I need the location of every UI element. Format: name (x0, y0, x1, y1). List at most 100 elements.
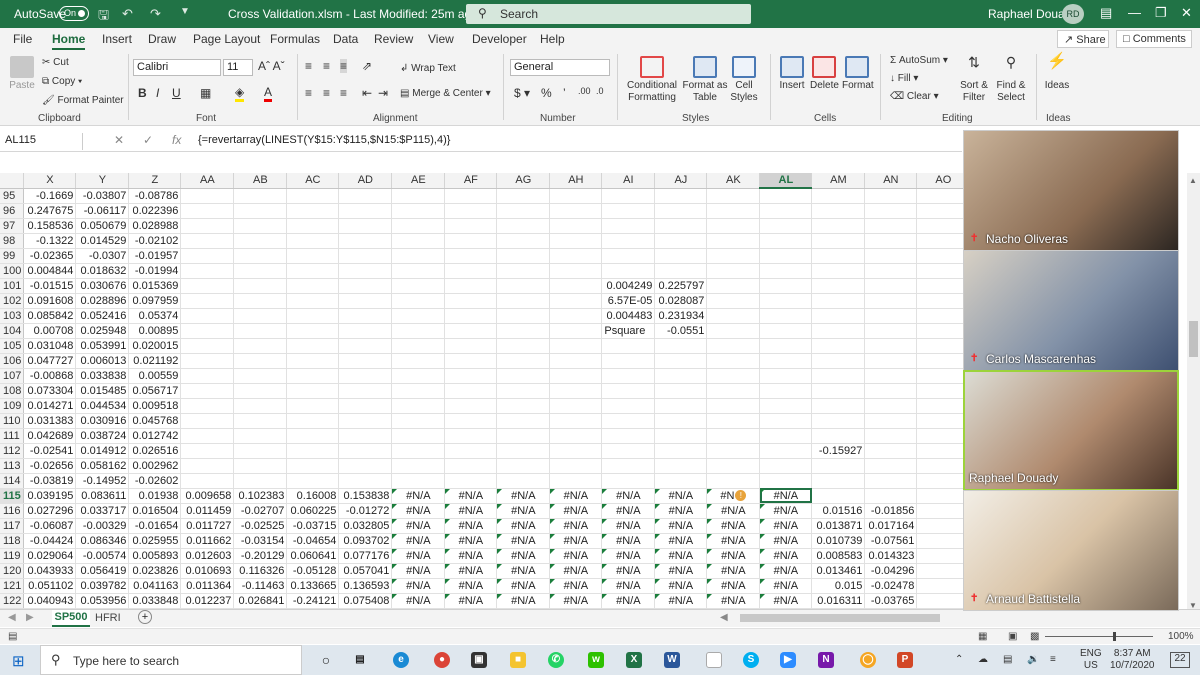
cell-ad122[interactable]: 0.075408 (338, 593, 393, 609)
column-header-y[interactable]: Y (75, 173, 130, 189)
cell-ag121[interactable]: #N/A (496, 578, 551, 594)
cell-al109[interactable] (759, 398, 813, 414)
cell-aa111[interactable] (180, 428, 235, 444)
cell-x117[interactable]: -0.06087 (23, 518, 77, 534)
cell-ae118[interactable]: #N/A (391, 533, 446, 549)
cell-ab109[interactable] (233, 398, 288, 414)
row-header[interactable]: 116 (0, 503, 25, 519)
cell-aj116[interactable]: #N/A (654, 503, 708, 519)
cell-ah101[interactable] (549, 278, 603, 294)
cell-af117[interactable]: #N/A (444, 518, 498, 534)
cell-ad102[interactable] (338, 293, 393, 309)
cell-al97[interactable] (759, 218, 813, 234)
cell-ab99[interactable] (233, 248, 288, 264)
cell-ak117[interactable]: #N/A (706, 518, 761, 534)
row-header[interactable]: 103 (0, 308, 25, 324)
row-header[interactable]: 99 (0, 248, 25, 264)
cell-aj111[interactable] (654, 428, 708, 444)
cell-af101[interactable] (444, 278, 498, 294)
decrease-decimal-icon[interactable]: .0 (596, 86, 604, 96)
cell-ak100[interactable] (706, 263, 761, 279)
cell-ak116[interactable]: #N/A (706, 503, 761, 519)
cell-ac120[interactable]: -0.05128 (286, 563, 340, 579)
cell-ab110[interactable] (233, 413, 288, 429)
cell-ab96[interactable] (233, 203, 288, 219)
cell-y120[interactable]: 0.056419 (75, 563, 130, 579)
cell-z105[interactable]: 0.020015 (128, 338, 182, 354)
select-all-corner[interactable] (0, 173, 25, 189)
cell-ae111[interactable] (391, 428, 446, 444)
cell-ah122[interactable]: #N/A (549, 593, 603, 609)
cell-ak98[interactable] (706, 233, 761, 249)
tab-developer[interactable]: Developer (472, 32, 527, 46)
cell-ai107[interactable] (601, 368, 656, 384)
cell-ae115[interactable]: #N/A (391, 488, 446, 504)
cell-aj95[interactable] (654, 188, 708, 204)
cell-ai95[interactable] (601, 188, 656, 204)
cell-aj117[interactable]: #N/A (654, 518, 708, 534)
column-header-ae[interactable]: AE (391, 173, 446, 189)
cell-ae120[interactable]: #N/A (391, 563, 446, 579)
cell-ab118[interactable]: -0.03154 (233, 533, 288, 549)
cell-x96[interactable]: 0.247675 (23, 203, 77, 219)
prev-sheet-icon[interactable]: ◀ (8, 612, 16, 623)
cell-x119[interactable]: 0.029064 (23, 548, 77, 564)
cell-aa101[interactable] (180, 278, 235, 294)
cell-ao115[interactable] (916, 488, 971, 504)
row-header[interactable]: 101 (0, 278, 25, 294)
cell-an99[interactable] (864, 248, 918, 264)
cell-ao103[interactable] (916, 308, 971, 324)
underline-icon[interactable]: U (172, 86, 181, 100)
cell-y114[interactable]: -0.14952 (75, 473, 130, 489)
cell-aj96[interactable] (654, 203, 708, 219)
cell-ag120[interactable]: #N/A (496, 563, 551, 579)
cortana-icon[interactable]: ○ (318, 652, 334, 668)
cell-aj102[interactable]: 0.028087 (654, 293, 708, 309)
cell-an103[interactable] (864, 308, 918, 324)
column-header-aa[interactable]: AA (180, 173, 235, 189)
cell-af120[interactable]: #N/A (444, 563, 498, 579)
cell-ad97[interactable] (338, 218, 393, 234)
cell-z100[interactable]: -0.01994 (128, 263, 182, 279)
cell-am115[interactable] (811, 488, 866, 504)
cell-an106[interactable] (864, 353, 918, 369)
cell-y95[interactable]: -0.03807 (75, 188, 130, 204)
cell-ac97[interactable] (286, 218, 340, 234)
cell-am118[interactable]: 0.010739 (811, 533, 866, 549)
cell-ad101[interactable] (338, 278, 393, 294)
cell-af95[interactable] (444, 188, 498, 204)
cell-ah103[interactable] (549, 308, 603, 324)
add-sheet-button[interactable]: + (138, 610, 152, 624)
cell-y121[interactable]: 0.039782 (75, 578, 130, 594)
cell-z107[interactable]: 0.00559 (128, 368, 182, 384)
comments-button[interactable]: □ Comments (1116, 30, 1192, 48)
cell-ai104[interactable]: Psquare (601, 323, 656, 339)
task-view-icon[interactable]: ▤ (352, 652, 368, 668)
cell-ac103[interactable] (286, 308, 340, 324)
cell-y98[interactable]: 0.014529 (75, 233, 130, 249)
cell-al110[interactable] (759, 413, 813, 429)
cell-x113[interactable]: -0.02656 (23, 458, 77, 474)
format-cells-button[interactable]: Format (842, 56, 874, 92)
zoom-slider-handle[interactable] (1113, 632, 1116, 641)
cell-ad121[interactable]: 0.136593 (338, 578, 393, 594)
cell-ab100[interactable] (233, 263, 288, 279)
cell-aa95[interactable] (180, 188, 235, 204)
video-tile-4[interactable]: ✝ Arnaud Battistella (963, 490, 1179, 611)
cell-ac95[interactable] (286, 188, 340, 204)
column-header-ak[interactable]: AK (706, 173, 761, 189)
cell-an116[interactable]: -0.01856 (864, 503, 918, 519)
cell-z97[interactable]: 0.028988 (128, 218, 182, 234)
cell-ai100[interactable] (601, 263, 656, 279)
cell-ac109[interactable] (286, 398, 340, 414)
cell-ag109[interactable] (496, 398, 551, 414)
cell-ao96[interactable] (916, 203, 971, 219)
cell-ao114[interactable] (916, 473, 971, 489)
column-header-ao[interactable]: AO (916, 173, 971, 189)
cell-z108[interactable]: 0.056717 (128, 383, 182, 399)
column-header-ai[interactable]: AI (601, 173, 656, 189)
cell-ae116[interactable]: #N/A (391, 503, 446, 519)
cell-ak107[interactable] (706, 368, 761, 384)
cell-ag96[interactable] (496, 203, 551, 219)
cell-af112[interactable] (444, 443, 498, 459)
